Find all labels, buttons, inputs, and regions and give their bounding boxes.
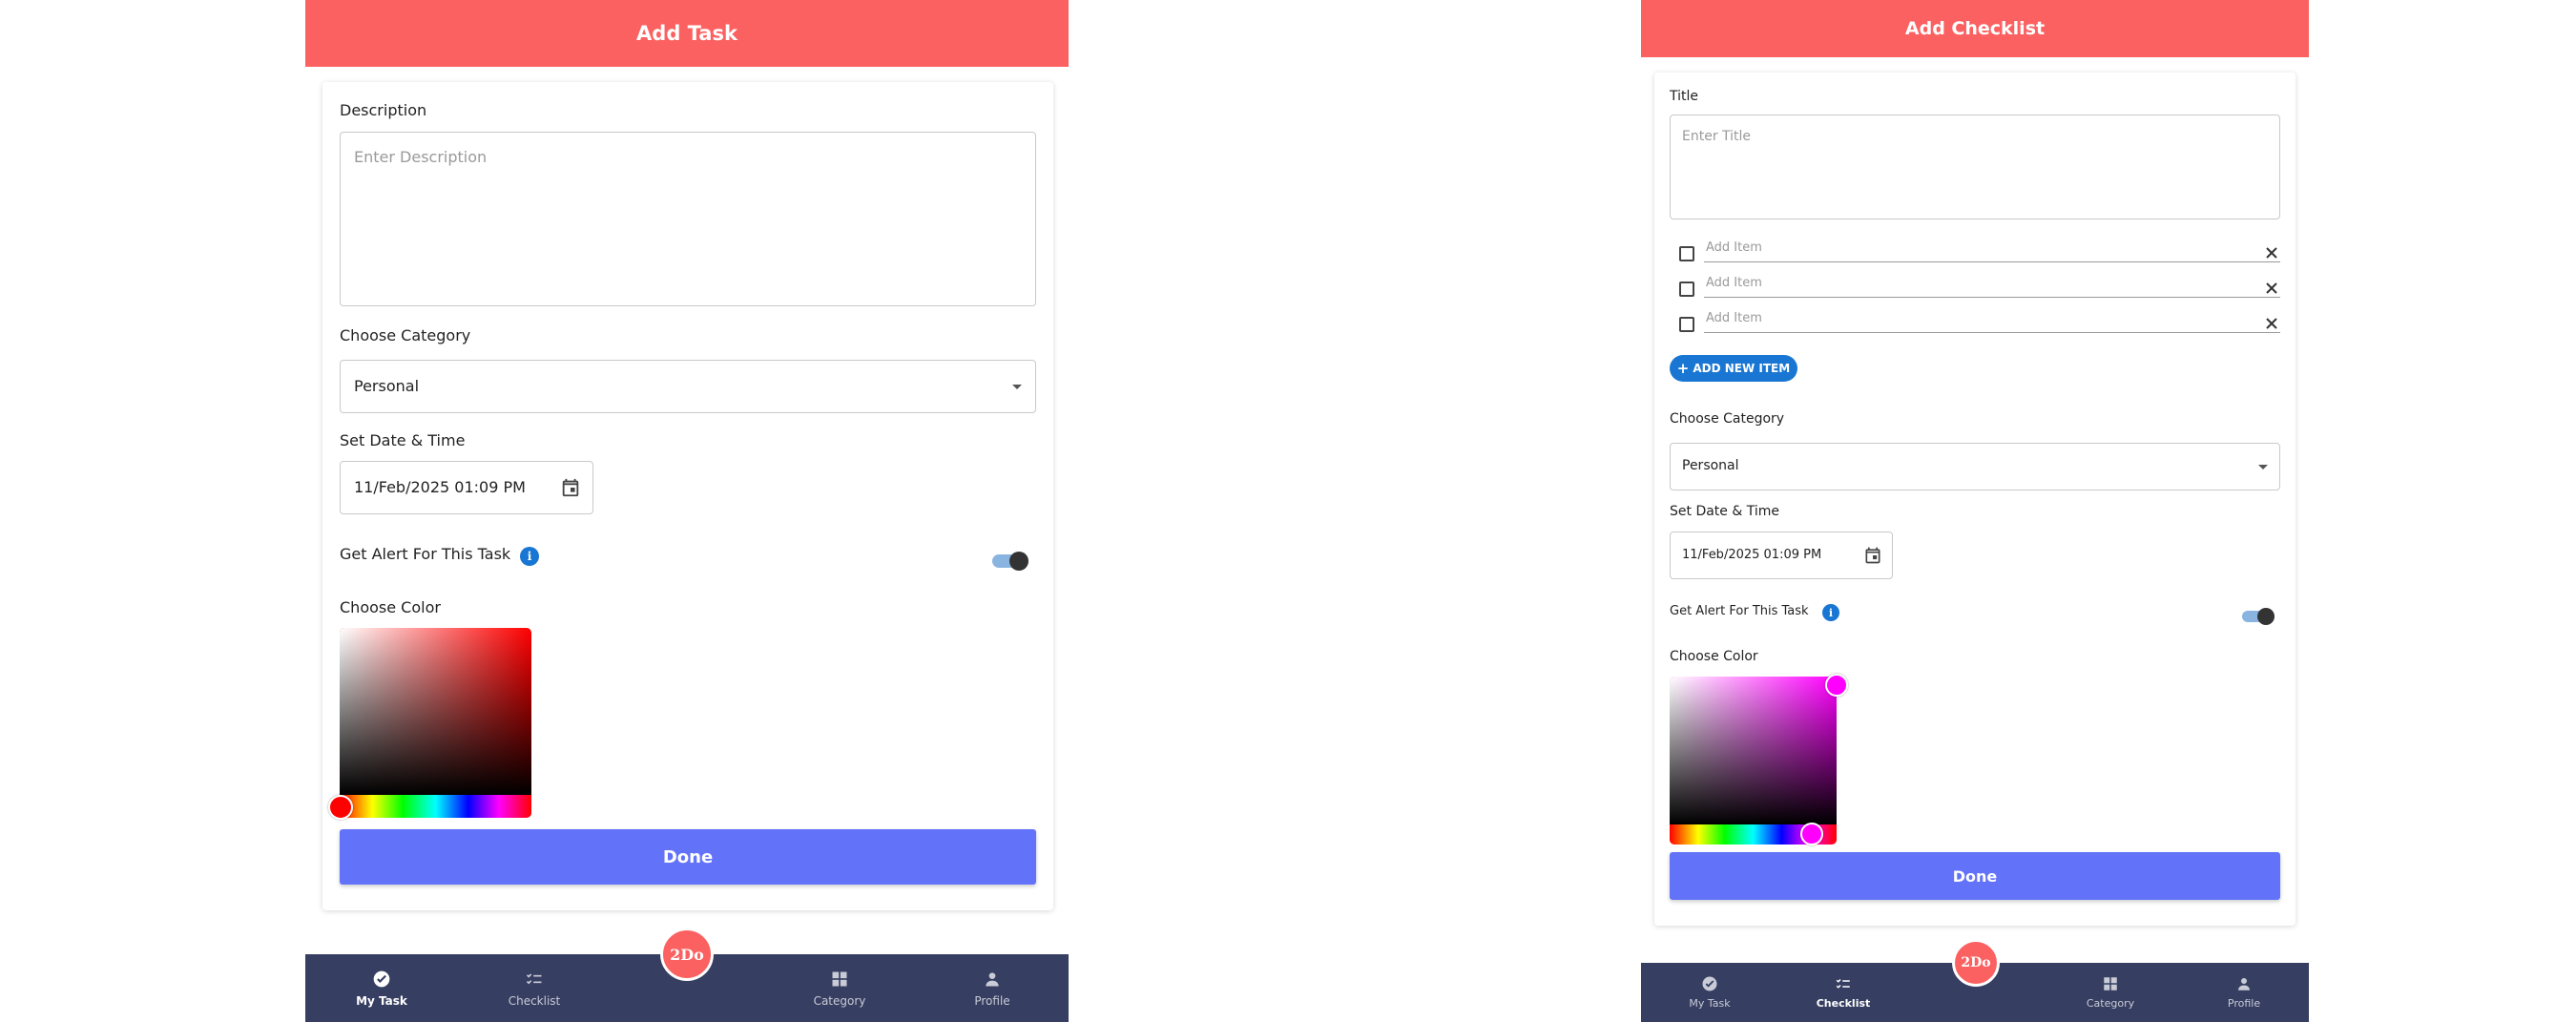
info-icon[interactable]: i bbox=[1822, 604, 1839, 621]
check-circle-icon bbox=[1702, 976, 1717, 991]
item-input[interactable]: Add Item bbox=[1706, 311, 1762, 325]
category-label: Choose Category bbox=[1670, 411, 1785, 427]
nav-item-my-task[interactable]: My Task bbox=[1672, 963, 1748, 1022]
nav-item-my-task[interactable]: My Task bbox=[343, 954, 420, 1022]
nav-label: Checklist bbox=[1816, 997, 1871, 1010]
item-checkbox[interactable] bbox=[1679, 282, 1694, 297]
toggle-knob bbox=[2257, 608, 2275, 625]
color-saturation-panel[interactable] bbox=[1670, 677, 1837, 824]
check-circle-icon bbox=[373, 970, 390, 987]
nav-item-category[interactable]: Category bbox=[801, 954, 878, 1022]
color-saturation-panel[interactable] bbox=[340, 628, 531, 795]
close-icon[interactable] bbox=[2265, 317, 2278, 330]
add-new-item-button[interactable]: + ADD NEW ITEM bbox=[1670, 355, 1797, 382]
form-card: Description Enter Description Choose Cat… bbox=[322, 82, 1053, 910]
close-icon[interactable] bbox=[2265, 282, 2278, 295]
add-item-label: ADD NEW ITEM bbox=[1693, 362, 1791, 375]
checklist-icon bbox=[1836, 978, 1850, 989]
title-placeholder: Enter Title bbox=[1682, 129, 1752, 144]
page-title: Add Checklist bbox=[1904, 18, 2046, 39]
info-icon[interactable]: i bbox=[520, 547, 539, 566]
nav-item-checklist[interactable]: Checklist bbox=[496, 954, 572, 1022]
category-select[interactable]: Personal bbox=[1670, 443, 2280, 490]
app-logo[interactable]: 2Do bbox=[660, 928, 714, 981]
person-icon bbox=[986, 971, 999, 986]
nav-label: My Task bbox=[356, 993, 407, 1008]
hue-slider[interactable] bbox=[340, 795, 531, 818]
hue-slider-thumb[interactable] bbox=[1800, 823, 1823, 845]
title-label: Title bbox=[1670, 89, 1699, 104]
calendar-icon[interactable] bbox=[1863, 546, 1882, 565]
nav-item-profile[interactable]: Profile bbox=[2206, 963, 2282, 1022]
datetime-label: Set Date & Time bbox=[1670, 504, 1779, 519]
item-input[interactable]: Add Item bbox=[1706, 276, 1762, 290]
category-value: Personal bbox=[1682, 458, 1739, 473]
item-underline bbox=[1704, 297, 2280, 298]
category-grid-icon bbox=[2104, 977, 2117, 991]
form-card: Title Enter Title Add Item Add Item Add … bbox=[1654, 73, 2296, 926]
nav-item-profile[interactable]: Profile bbox=[954, 954, 1030, 1022]
item-checkbox[interactable] bbox=[1679, 246, 1694, 261]
nav-label: Category bbox=[2086, 997, 2135, 1010]
datetime-value: 11/Feb/2025 01:09 PM bbox=[354, 478, 526, 496]
datetime-input[interactable]: 11/Feb/2025 01:09 PM bbox=[1670, 532, 1893, 579]
nav-label: Profile bbox=[2227, 997, 2261, 1010]
description-input[interactable]: Enter Description bbox=[340, 132, 1036, 306]
dropdown-arrow-icon bbox=[1012, 385, 1022, 389]
color-picker-thumb[interactable] bbox=[1825, 674, 1848, 697]
person-icon bbox=[2238, 978, 2250, 991]
plus-icon: + bbox=[1676, 360, 1690, 377]
description-placeholder: Enter Description bbox=[354, 148, 488, 166]
checklist-icon bbox=[526, 972, 542, 984]
done-button[interactable]: Done bbox=[1670, 852, 2280, 900]
item-checkbox[interactable] bbox=[1679, 317, 1694, 332]
nav-item-category[interactable]: Category bbox=[2072, 963, 2149, 1022]
page-title: Add Task bbox=[636, 22, 737, 45]
nav-item-checklist[interactable]: Checklist bbox=[1805, 963, 1881, 1022]
done-button[interactable]: Done bbox=[340, 829, 1036, 885]
nav-label: Checklist bbox=[508, 993, 561, 1008]
toggle-knob bbox=[1009, 552, 1028, 571]
item-underline bbox=[1704, 332, 2280, 333]
item-input[interactable]: Add Item bbox=[1706, 240, 1762, 255]
title-input[interactable]: Enter Title bbox=[1670, 115, 2280, 219]
alert-label: Get Alert For This Task bbox=[1670, 604, 1809, 618]
app-bar: Add Checklist bbox=[1641, 0, 2309, 57]
nav-label: Profile bbox=[974, 993, 1010, 1008]
nav-label: Category bbox=[813, 993, 866, 1008]
add-task-screen: Add Task Description Enter Description C… bbox=[305, 0, 1069, 1022]
category-grid-icon bbox=[832, 971, 847, 986]
category-value: Personal bbox=[354, 377, 420, 395]
close-icon[interactable] bbox=[2265, 246, 2278, 260]
app-bar: Add Task bbox=[305, 0, 1069, 67]
color-label: Choose Color bbox=[1670, 649, 1758, 664]
hue-slider-thumb[interactable] bbox=[328, 795, 353, 820]
color-label: Choose Color bbox=[340, 598, 441, 616]
calendar-icon[interactable] bbox=[560, 477, 581, 498]
alert-label: Get Alert For This Task bbox=[340, 545, 511, 563]
category-select[interactable]: Personal bbox=[340, 360, 1036, 413]
item-underline bbox=[1704, 261, 2280, 262]
nav-label: My Task bbox=[1689, 997, 1731, 1010]
datetime-input[interactable]: 11/Feb/2025 01:09 PM bbox=[340, 461, 593, 514]
datetime-value: 11/Feb/2025 01:09 PM bbox=[1682, 548, 1822, 562]
description-label: Description bbox=[340, 101, 427, 119]
category-label: Choose Category bbox=[340, 326, 471, 344]
dropdown-arrow-icon bbox=[2258, 465, 2268, 469]
app-logo[interactable]: 2Do bbox=[1952, 939, 2000, 987]
datetime-label: Set Date & Time bbox=[340, 431, 466, 449]
add-checklist-screen: Add Checklist Title Enter Title Add Item… bbox=[1641, 0, 2309, 1022]
